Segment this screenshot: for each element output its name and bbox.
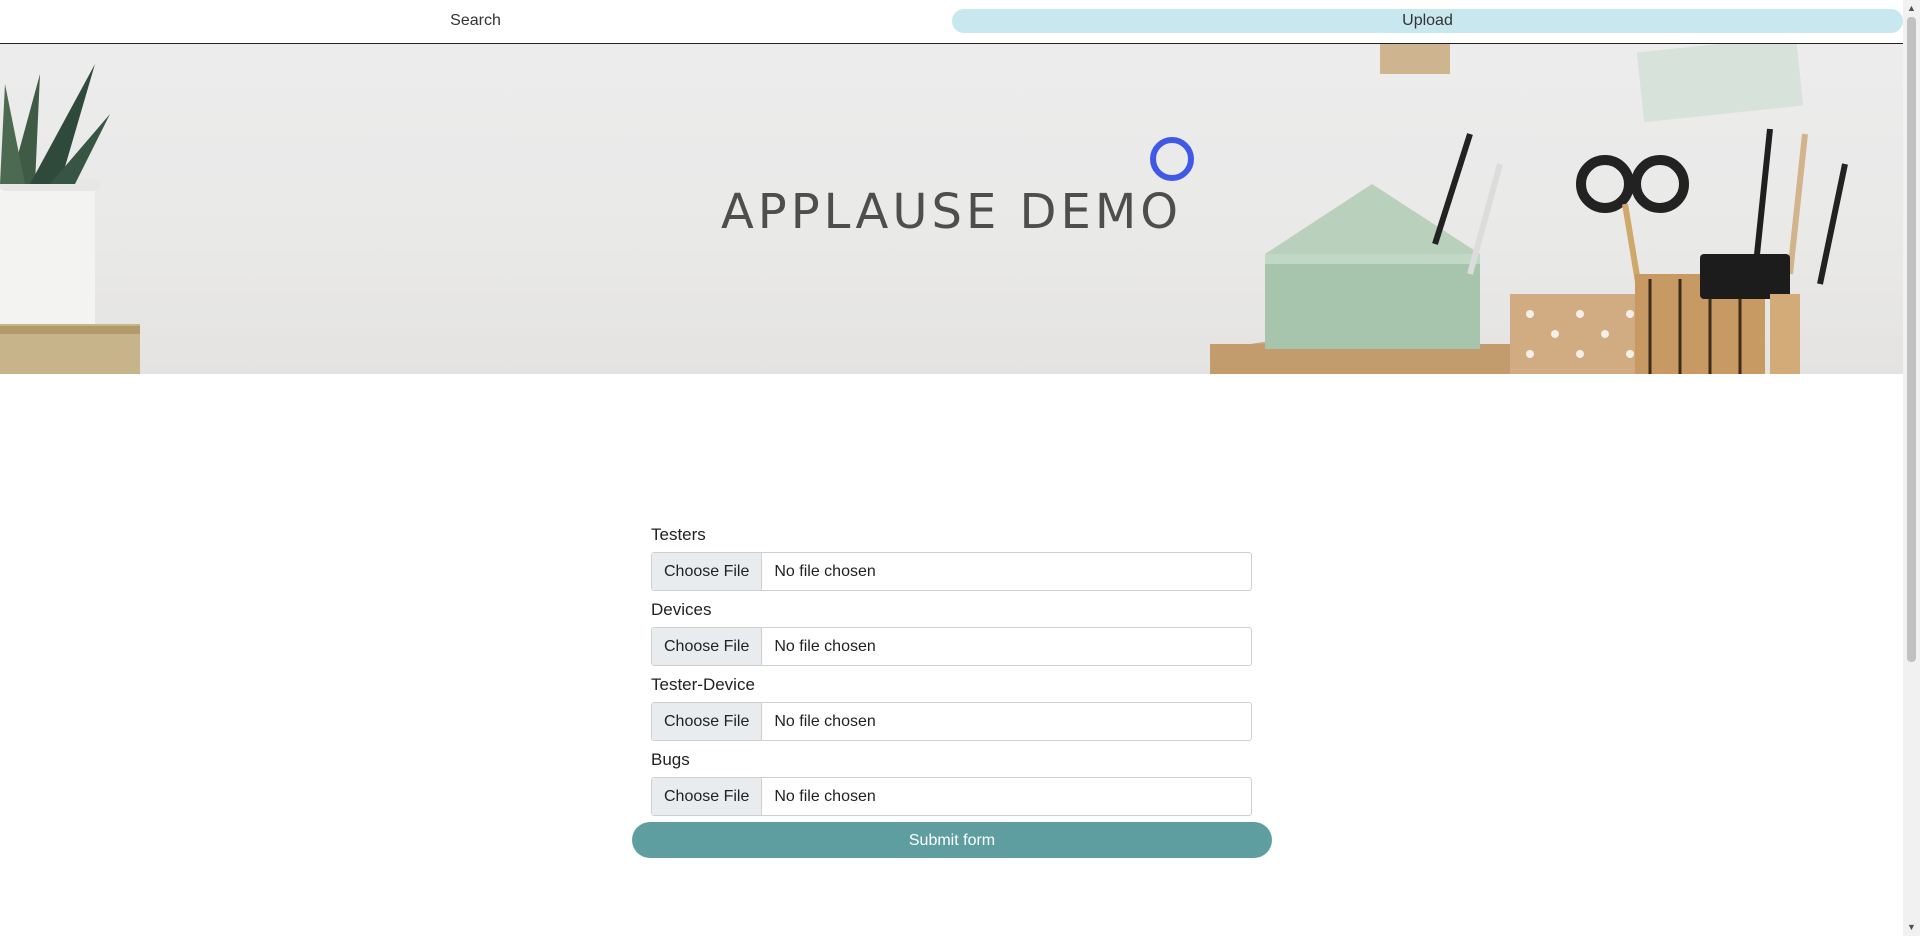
devices-label: Devices <box>651 600 712 619</box>
testers-file-input[interactable]: Choose File No file chosen <box>651 552 1252 591</box>
nav-tab-search[interactable]: Search <box>0 9 951 33</box>
bugs-file-input[interactable]: Choose File No file chosen <box>651 777 1252 816</box>
submit-form-button[interactable]: Submit form <box>632 822 1272 858</box>
nav-tab-upload[interactable]: Upload <box>952 9 1903 33</box>
scroll-thumb[interactable] <box>1907 17 1916 662</box>
testers-label: Testers <box>651 525 706 544</box>
page: Search Upload APPLAUSE DEMO Testers Choo… <box>0 0 1920 936</box>
bugs-label: Bugs <box>651 750 690 769</box>
scroll-up-arrow-icon[interactable]: ▲ <box>1903 0 1920 17</box>
testers-choose-file-button[interactable]: Choose File <box>652 553 763 590</box>
bugs-file-status: No file chosen <box>774 787 876 805</box>
tester-device-file-status: No file chosen <box>774 712 876 730</box>
tester-device-file-input[interactable]: Choose File No file chosen <box>651 702 1252 741</box>
devices-file-input[interactable]: Choose File No file chosen <box>651 627 1252 666</box>
hero-banner: APPLAUSE DEMO <box>0 44 1903 374</box>
devices-choose-file-button[interactable]: Choose File <box>652 628 763 665</box>
top-nav: Search Upload <box>0 0 1903 44</box>
testers-file-status: No file chosen <box>774 562 876 580</box>
upload-form: Testers Choose File No file chosen Devic… <box>651 520 1252 820</box>
tester-device-label: Tester-Device <box>651 675 755 694</box>
vertical-scrollbar[interactable]: ▲ ▼ <box>1903 0 1920 936</box>
tester-device-choose-file-button[interactable]: Choose File <box>652 703 763 740</box>
page-title: APPLAUSE DEMO <box>720 184 1183 240</box>
bugs-choose-file-button[interactable]: Choose File <box>652 778 763 815</box>
devices-file-status: No file chosen <box>774 637 876 655</box>
scroll-down-arrow-icon[interactable]: ▼ <box>1903 919 1920 936</box>
cursor-indicator <box>1150 137 1194 181</box>
